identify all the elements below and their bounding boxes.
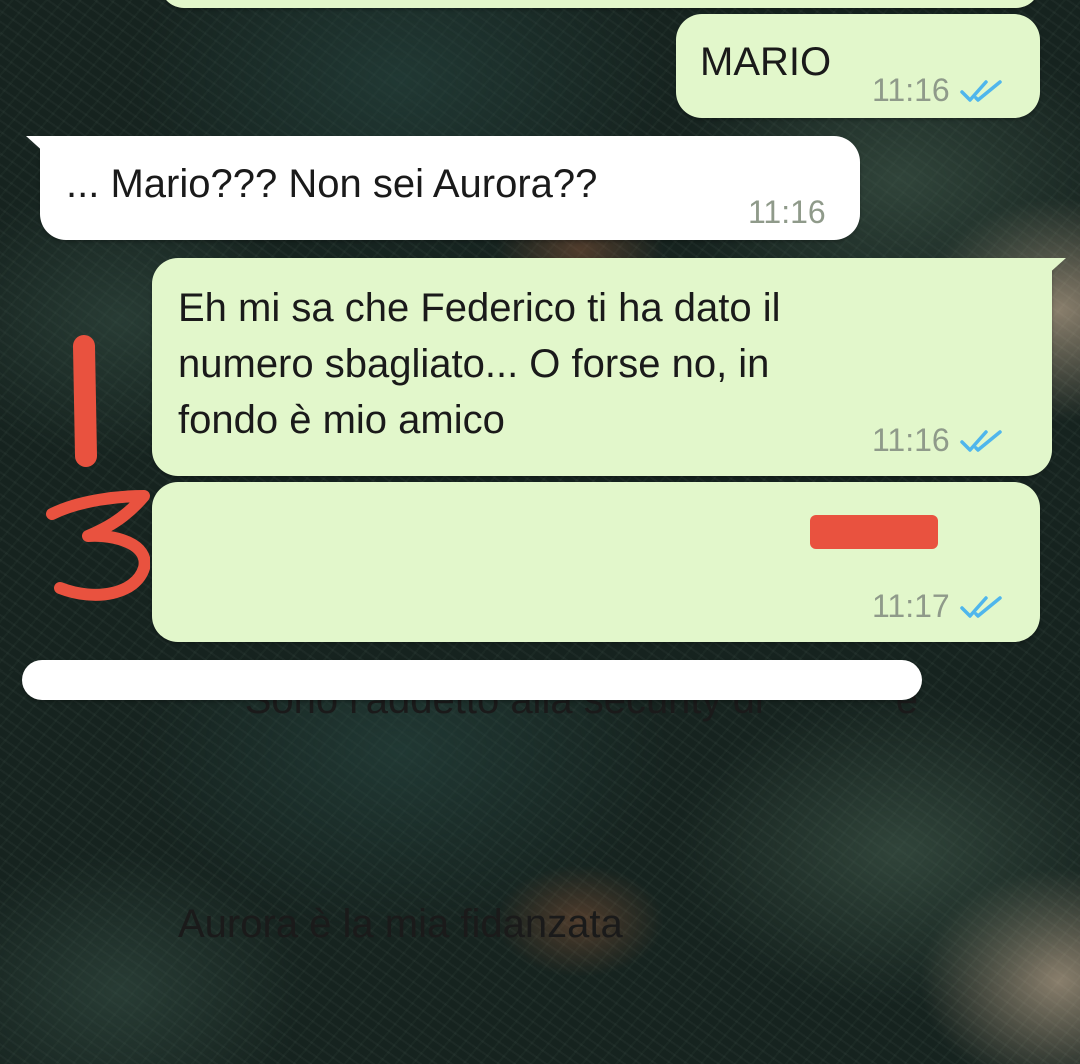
double-check-icon [959, 595, 1002, 618]
message-time: 11:16 [872, 422, 950, 458]
message-time: 11:16 [872, 72, 950, 108]
double-check-icon [959, 429, 1002, 452]
outgoing-message-bubble[interactable]: MARIO 11:16 [676, 14, 1040, 118]
bubble-tail [1046, 258, 1066, 276]
message-text: ... Mario??? Non sei Aurora?? [66, 162, 598, 206]
next-message-bubble[interactable] [22, 660, 922, 700]
message-time: 11:17 [872, 588, 950, 624]
message-meta: 11:16 [872, 72, 1004, 109]
previous-message-bubble[interactable] [160, 0, 1040, 8]
message-meta: 11:17 [872, 588, 1004, 625]
handwritten-number-annotation [46, 335, 150, 601]
message-text: Eh mi sa che Federico ti ha dato il nume… [178, 286, 781, 442]
double-check-icon [959, 79, 1002, 102]
message-text: MARIO [700, 40, 832, 84]
redaction-box [810, 515, 938, 549]
bubble-tail [26, 136, 46, 154]
message-line: Sono l'addetto alla security di e [178, 616, 918, 784]
message-time: 11:16 [748, 194, 826, 230]
outgoing-message-bubble[interactable]: Eh mi sa che Federico ti ha dato il nume… [152, 258, 1066, 476]
message-meta: 11:16 [872, 422, 1004, 459]
outgoing-message-bubble[interactable]: Sono l'addetto alla security di e Aurora … [152, 482, 1040, 946]
message-text: Sono l'addetto alla security di e Aurora … [178, 504, 918, 1064]
message-meta: 11:16 [748, 194, 826, 231]
incoming-message-bubble[interactable]: ... Mario??? Non sei Aurora?? 11:16 [26, 136, 860, 240]
message-line: Aurora è la mia fidanzata [178, 902, 623, 946]
